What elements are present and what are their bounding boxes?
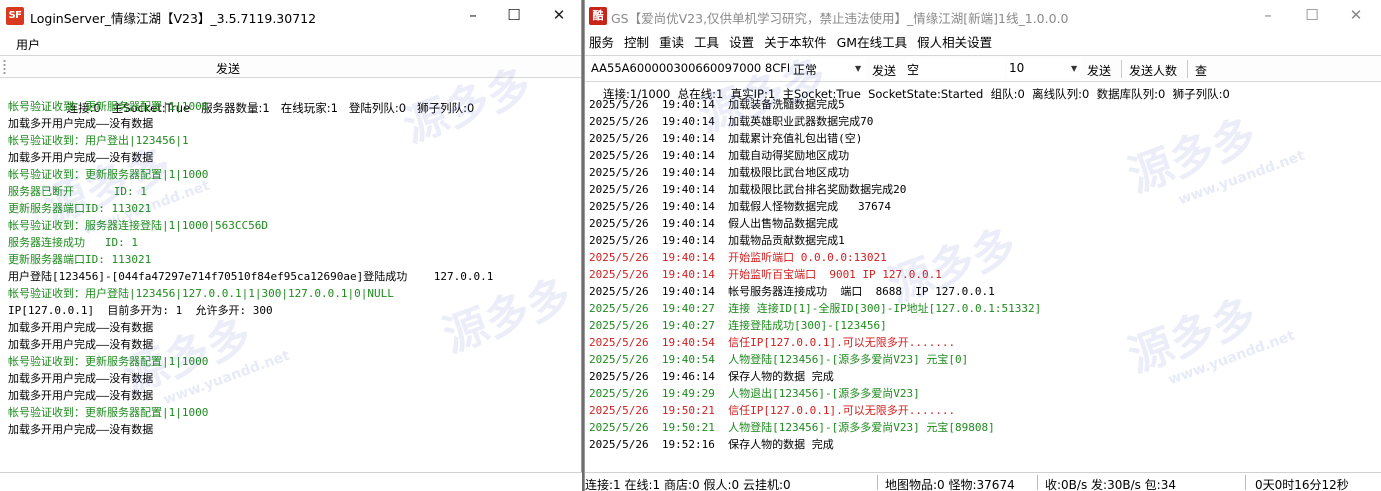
log-line: 更新服务器端口ID: 113021	[8, 202, 152, 215]
log-line: 2025/5/26 19:40:14 加载自动得奖励地区成功	[589, 149, 850, 162]
log-line: 2025/5/26 19:49:29 人物退出[123456]-[源多多爱尚V2…	[589, 387, 920, 400]
log-line: 帐号验证收到：更新服务器配置|1|1000	[8, 355, 209, 368]
watermark-site: www.yuandd.net	[1166, 327, 1297, 389]
log-line: 2025/5/26 19:52:16 保存人物的数据 完成	[589, 438, 834, 451]
log-line: 加载多开用户完成——没有数据	[8, 151, 154, 164]
log-line: 服务器连接成功 ID: 1	[8, 236, 138, 249]
log-line: 2025/5/26 19:40:14 加载假人怪物数据完成 37674	[589, 200, 892, 213]
minimize-icon[interactable]: –	[1257, 4, 1279, 26]
log-line: 2025/5/26 19:40:14 开始监听百宝端口 9001 IP 127.…	[589, 268, 942, 281]
gs-window: 酷 GS【爱尚优V23,仅供单机学习研究，禁止违法使用】_情缘江湖[新端]1线_…	[584, 0, 1381, 491]
log-line: 2025/5/26 19:40:14 加载装备洗髓数据完成5	[589, 98, 845, 111]
login-titlebar[interactable]: SF LoginServer_情缘江湖【V23】_3.5.7119.30712 …	[0, 0, 581, 31]
log-line: 2025/5/26 19:40:14 加载物品贡献数据完成1	[589, 234, 845, 247]
log-line: 2025/5/26 19:50:21 信任IP[127.0.0.1].可以无限多…	[589, 404, 956, 417]
send-button[interactable]: 发送	[872, 62, 896, 79]
gs-menubar: 服务 控制 重读 工具 设置 关于本软件 GM在线工具 假人相关设置	[585, 31, 1381, 55]
statusbar-separator	[1037, 475, 1038, 490]
log-line: 帐号验证收到：更新服务器配置|1|1000	[8, 168, 209, 181]
log-line: 2025/5/26 19:40:27 连接 连接ID[1]-全服ID[300]-…	[589, 302, 1042, 315]
log-line: 帐号验证收到：服务器连接登陆|1|1000|563CC56D	[8, 219, 268, 232]
menu-control[interactable]: 控制	[624, 31, 649, 55]
send-button[interactable]: 发送	[205, 60, 251, 77]
log-line: 用户登陆[123456]-[044fa47297e714f70510f84ef9…	[8, 270, 494, 283]
app-icon: SF	[6, 7, 24, 25]
menu-gm-tools[interactable]: GM在线工具	[837, 31, 907, 55]
menu-about[interactable]: 关于本软件	[764, 31, 827, 55]
gs-toolbar: AA55A600000300660097000 8CFB 正常 ▼ 发送 空 1…	[585, 55, 1381, 82]
menu-user[interactable]: 用户	[16, 36, 40, 53]
log-line: 加载多开用户完成——没有数据	[8, 321, 154, 334]
log-line: 2025/5/26 19:40:14 加载极限比武台地区成功	[589, 166, 850, 179]
maximize-icon[interactable]: ☐	[1301, 4, 1323, 26]
log-line: 帐号验证收到：更新服务器配置|1|1000	[8, 406, 209, 419]
login-log[interactable]: 帐号验证收到：更新服务器配置|1|1000 加载多开用户完成——没有数据 帐号验证收…	[8, 98, 493, 438]
window-title: LoginServer_情缘江湖【V23】_3.5.7119.30712	[30, 11, 317, 26]
send2-button[interactable]: 发送	[1087, 62, 1111, 79]
chevron-down-icon[interactable]: ▼	[855, 64, 861, 73]
log-line: 2025/5/26 19:40:14 帐号服务器连接成功 端口 8688 IP …	[589, 285, 995, 298]
watermark: 源多多	[1121, 289, 1264, 383]
send-count-button[interactable]: 发送人数	[1129, 62, 1177, 79]
statusbar-separator	[877, 475, 878, 490]
toolbar-grip-icon[interactable]	[3, 59, 6, 75]
watermark-site: www.yuandd.net	[1176, 147, 1307, 209]
log-line: 服务器已断开 ID: 1	[8, 185, 147, 198]
gs-titlebar[interactable]: 酷 GS【爱尚优V23,仅供单机学习研究，禁止违法使用】_情缘江湖[新端]1线_…	[585, 0, 1381, 31]
log-line: 2025/5/26 19:40:14 加载累计充值礼包出错(空)	[589, 132, 863, 145]
menu-service[interactable]: 服务	[589, 31, 614, 55]
log-line: 加载多开用户完成——没有数据	[8, 338, 154, 351]
log-line: 加载多开用户完成——没有数据	[8, 423, 154, 436]
close-icon[interactable]: ✕	[1345, 4, 1367, 26]
log-line: 2025/5/26 19:46:14 保存人物的数据 完成	[589, 370, 834, 383]
toolbar-separator	[1121, 60, 1122, 78]
message-input[interactable]: 空	[905, 59, 1005, 79]
log-line: 帐号验证收到：更新服务器配置|1|1000	[8, 100, 209, 113]
id-input[interactable]: AA55A600000300660097000 8CFB	[589, 59, 789, 79]
query-button[interactable]: 查	[1195, 62, 1207, 79]
log-line: 2025/5/26 19:40:14 加载极限比武台排名奖励数据完成20	[589, 183, 907, 196]
log-line: 2025/5/26 19:40:14 加载英雄职业武器数据完成70	[589, 115, 874, 128]
menu-bot-settings[interactable]: 假人相关设置	[917, 31, 992, 55]
log-line: 2025/5/26 19:50:21 人物登陆[123456]-[源多多爱尚V2…	[589, 421, 995, 434]
statusbar-uptime: 0天0时16分12秒	[1255, 478, 1349, 491]
close-icon[interactable]: ✕	[548, 4, 570, 26]
chevron-down-icon[interactable]: ▼	[1071, 64, 1077, 73]
gs-statusbar: 连接:1 在线:1 商店:0 假人:0 云挂机:0 地图物品:0 怪物:3767…	[585, 472, 1381, 491]
menu-tools[interactable]: 工具	[694, 31, 719, 55]
login-send-toolbar: 发送	[0, 55, 581, 78]
menu-settings[interactable]: 设置	[729, 31, 754, 55]
statusbar-separator	[1245, 475, 1246, 490]
minimize-icon[interactable]: –	[462, 4, 484, 26]
app-icon: 酷	[589, 7, 607, 25]
log-line: 2025/5/26 19:40:54 信任IP[127.0.0.1].可以无限多…	[589, 336, 956, 349]
menu-reload[interactable]: 重读	[659, 31, 684, 55]
log-line: 2025/5/26 19:40:14 假人出售物品数据完成	[589, 217, 839, 230]
maximize-icon[interactable]: ☐	[503, 4, 525, 26]
log-line: 更新服务器端口ID: 113021	[8, 253, 152, 266]
toolbar-separator	[1187, 60, 1188, 78]
log-line: 2025/5/26 19:40:54 人物登陆[123456]-[源多多爱尚V2…	[589, 353, 969, 366]
log-line: 2025/5/26 19:40:14 开始监听端口 0.0.0.0:13021	[589, 251, 887, 264]
watermark: 源多多	[1121, 109, 1264, 203]
statusbar-map-items: 地图物品:0 怪物:37674	[885, 478, 1015, 491]
statusbar-traffic: 收:0B/s 发:30B/s 包:34	[1045, 478, 1176, 491]
log-line: 帐号验证收到：用户登陆|123456|127.0.0.1|1|300|127.0…	[8, 287, 394, 300]
window-title: GS【爱尚优V23,仅供单机学习研究，禁止违法使用】_情缘江湖[新端]1线_1.…	[611, 11, 1069, 26]
log-line: 帐号验证收到：用户登出|123456|1	[8, 134, 189, 147]
log-line: 加载多开用户完成——没有数据	[8, 389, 154, 402]
count-select[interactable]: 10	[1007, 59, 1081, 79]
mode-select[interactable]: 正常	[791, 59, 865, 79]
log-line: 加载多开用户完成——没有数据	[8, 372, 154, 385]
statusbar-connections: 连接:1 在线:1 商店:0 假人:0 云挂机:0	[585, 478, 791, 491]
log-line: 2025/5/26 19:40:27 连接登陆成功[300]-[123456]	[589, 319, 887, 332]
log-line: 加载多开用户完成——没有数据	[8, 117, 154, 130]
login-statusbar	[0, 472, 582, 491]
login-server-window: SF LoginServer_情缘江湖【V23】_3.5.7119.30712 …	[0, 0, 582, 491]
login-menubar: 用户	[0, 31, 581, 55]
gs-log[interactable]: 2025/5/26 19:40:14 加载装备洗髓数据完成5 2025/5/26 …	[589, 96, 1041, 453]
log-line: IP[127.0.0.1] 目前多开为: 1 允许多开: 300	[8, 304, 273, 317]
